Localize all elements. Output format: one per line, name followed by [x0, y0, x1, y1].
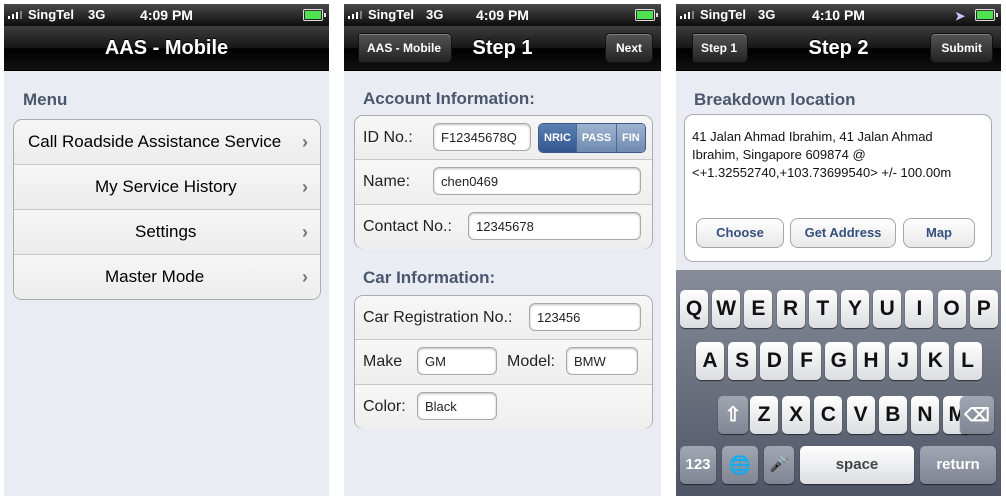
section-title-car: Car Information: [363, 268, 496, 287]
location-textarea[interactable]: 41 Jalan Ahmad Ibrahim, 41 Jalan Ahmad I… [692, 128, 972, 182]
id-number-field[interactable]: F12345678Q [433, 123, 531, 151]
space-key[interactable]: space [800, 446, 914, 484]
screen-main-menu: SingTel 3G 4:09 PM AAS - Mobile Menu Cal… [4, 4, 329, 496]
key-h[interactable]: H [857, 342, 885, 380]
key-p[interactable]: P [969, 290, 998, 328]
navigation-bar: AAS - Mobile [4, 26, 329, 71]
key-n[interactable]: N [911, 396, 939, 434]
id-type-option-fin[interactable]: FIN [617, 124, 645, 152]
battery-icon [303, 9, 326, 21]
key-w[interactable]: W [712, 290, 741, 328]
name-label: Name: [363, 173, 411, 190]
key-x[interactable]: X [782, 396, 811, 434]
menu-item-label: My Service History [95, 177, 237, 196]
menu-list: Call Roadside Assistance Service › My Se… [13, 119, 321, 300]
id-type-option-nric[interactable]: NRIC [539, 124, 577, 152]
car-form-group: Car Registration No.: 123456 Make GM Mod… [354, 295, 653, 429]
registration-field[interactable]: 123456 [529, 303, 641, 331]
make-model-row: Make GM Model: BMW [355, 340, 652, 385]
globe-icon[interactable]: 🌐 [722, 446, 758, 484]
menu-item-my-service-history[interactable]: My Service History › [14, 165, 320, 210]
screen-step-2: SingTel 3G 4:10 PM ➤ Step 1 Step 2 Submi… [676, 4, 1001, 496]
name-field[interactable]: chen0469 [433, 167, 641, 195]
key-z[interactable]: Z [750, 396, 778, 434]
registration-row: Car Registration No.: 123456 [355, 296, 652, 340]
microphone-icon[interactable]: 🎤 [764, 446, 794, 484]
clock: 4:09 PM [476, 7, 529, 23]
onscreen-keyboard: QWERTYUIOPASDFGHJKLZXCVBNM ⇧ ⌫ 123 🌐 🎤 s… [676, 270, 1001, 496]
delete-key-icon[interactable]: ⌫ [960, 396, 994, 434]
name-row: Name: chen0469 [355, 160, 652, 205]
key-l[interactable]: L [953, 342, 982, 380]
menu-item-label: Settings [135, 222, 197, 241]
contact-label: Contact No.: [363, 218, 452, 235]
chevron-right-icon: › [302, 267, 308, 287]
chevron-right-icon: › [302, 177, 308, 197]
section-title-breakdown-location: Breakdown location [694, 90, 856, 109]
id-type-segmented-control: NRIC PASS FIN [538, 123, 646, 153]
key-g[interactable]: G [824, 342, 853, 380]
menu-item-settings[interactable]: Settings › [14, 210, 320, 255]
key-e[interactable]: E [744, 290, 773, 328]
map-button[interactable]: Map [903, 218, 975, 248]
choose-button[interactable]: Choose [696, 218, 784, 248]
section-title-menu: Menu [23, 90, 68, 109]
clock: 4:09 PM [140, 7, 193, 23]
key-t[interactable]: T [808, 290, 837, 328]
account-form-group: ID No.: F12345678Q NRIC PASS FIN Name: c… [354, 115, 653, 249]
status-bar: SingTel 3G 4:09 PM [4, 4, 329, 26]
status-bar: SingTel 3G 4:10 PM ➤ [676, 4, 1001, 26]
key-d[interactable]: D [760, 342, 789, 380]
clock: 4:10 PM [812, 7, 865, 23]
screen-step-1: SingTel 3G 4:09 PM AAS - Mobile Step 1 N… [344, 4, 661, 496]
key-f[interactable]: F [792, 342, 821, 380]
get-address-button[interactable]: Get Address [790, 218, 896, 248]
numbers-key[interactable]: 123 [680, 446, 716, 484]
color-label: Color: [363, 398, 406, 415]
battery-icon [975, 9, 998, 21]
key-k[interactable]: K [921, 342, 950, 380]
nav-title: AAS - Mobile [104, 37, 229, 59]
return-key[interactable]: return [920, 446, 996, 484]
key-y[interactable]: Y [841, 290, 869, 328]
menu-item-label: Master Mode [105, 267, 205, 286]
model-label: Model: [507, 353, 556, 370]
key-c[interactable]: C [814, 396, 843, 434]
menu-item-master-mode[interactable]: Master Mode › [14, 255, 320, 299]
navigation-bar: Step 1 Step 2 Submit [676, 26, 1001, 71]
key-s[interactable]: S [728, 342, 757, 380]
submit-button[interactable]: Submit [930, 33, 993, 63]
contact-number-field[interactable]: 12345678 [468, 212, 641, 240]
chevron-right-icon: › [302, 132, 308, 152]
navigation-bar: AAS - Mobile Step 1 Next [344, 26, 661, 71]
key-o[interactable]: O [937, 290, 966, 328]
color-row: Color: Black [355, 385, 652, 429]
battery-icon [635, 9, 658, 21]
section-title-account: Account Information: [363, 89, 535, 108]
id-row: ID No.: F12345678Q NRIC PASS FIN [355, 116, 652, 160]
key-a[interactable]: A [696, 342, 724, 380]
key-i[interactable]: I [905, 290, 934, 328]
menu-item-label: Call Roadside Assistance Service [28, 132, 282, 151]
key-r[interactable]: R [776, 290, 805, 328]
menu-item-call-roadside-assistance[interactable]: Call Roadside Assistance Service › [14, 120, 320, 165]
key-q[interactable]: Q [680, 290, 708, 328]
id-label: ID No.: [363, 129, 413, 146]
make-label: Make [363, 353, 403, 370]
key-v[interactable]: V [846, 396, 875, 434]
id-type-option-pass[interactable]: PASS [576, 124, 618, 152]
key-j[interactable]: J [889, 342, 918, 380]
shift-key-icon[interactable]: ⇧ [718, 396, 748, 434]
registration-label: Car Registration No.: [363, 309, 513, 326]
status-bar: SingTel 3G 4:09 PM [344, 4, 661, 26]
chevron-right-icon: › [302, 222, 308, 242]
key-b[interactable]: B [878, 396, 907, 434]
key-u[interactable]: U [873, 290, 902, 328]
color-field[interactable]: Black [417, 392, 497, 420]
location-arrow-icon: ➤ [954, 9, 965, 23]
contact-row: Contact No.: 12345678 [355, 205, 652, 249]
model-field[interactable]: BMW [566, 347, 638, 375]
next-button[interactable]: Next [604, 33, 653, 63]
make-field[interactable]: GM [417, 347, 497, 375]
